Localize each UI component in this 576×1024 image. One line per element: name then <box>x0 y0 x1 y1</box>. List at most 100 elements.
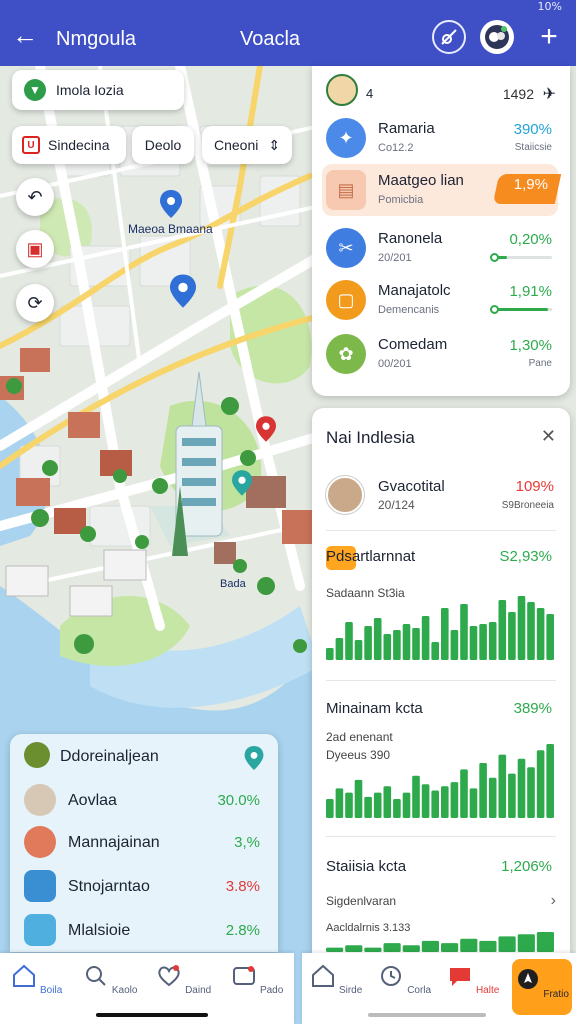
chart-bar <box>383 634 392 660</box>
stat-sub-right: Staiicsie <box>514 142 552 153</box>
legend-value: 3,% <box>234 834 260 851</box>
chart-bar <box>335 788 344 818</box>
stat-row[interactable]: ✦ Ramaria Co12.2 390% Staiicsie <box>322 112 558 164</box>
plus-icon[interactable]: + <box>532 20 566 54</box>
close-icon[interactable]: ✕ <box>541 426 556 447</box>
message-icon <box>233 966 256 985</box>
legend-name: Mlalsioie <box>68 922 131 939</box>
stat-row[interactable]: ▤ Maatgeo lian Pomicbia 1,9% <box>322 164 562 216</box>
building-icon: U <box>22 136 40 154</box>
stat-sub: 20/201 <box>378 252 412 264</box>
map-pin-red[interactable] <box>256 416 276 442</box>
search-icon <box>86 966 106 986</box>
locate-icon[interactable]: ⟳ <box>16 284 54 322</box>
chart-icon: ▢ <box>326 280 366 320</box>
satellite-icon[interactable] <box>432 20 466 54</box>
legend-value: 30.0% <box>217 792 260 809</box>
chevron-right-icon[interactable]: › <box>551 892 556 910</box>
nav-item-history[interactable]: Corla <box>375 963 435 996</box>
chart-bar <box>517 758 526 818</box>
document-icon: ▤ <box>326 170 366 210</box>
layers-icon[interactable]: ▣ <box>16 230 54 268</box>
stat-name: Maatgeo lian <box>378 172 464 189</box>
chart-bar <box>412 775 420 818</box>
chart-bar <box>383 786 392 818</box>
chart-bar <box>479 763 487 818</box>
chart-bar <box>527 767 535 818</box>
stat-value: 1,9% <box>513 176 548 193</box>
nav-item-home[interactable]: Sirde <box>306 963 366 996</box>
chart-bar <box>441 608 449 660</box>
legend-name: Stnojarntao <box>68 878 150 895</box>
section-title: Pdsartlarnnat <box>326 548 416 565</box>
filter-chip-3[interactable]: Cneoni ⇕ <box>202 126 292 164</box>
chart-bar <box>431 642 439 660</box>
stat-name: Ramaria <box>378 120 435 137</box>
document-icon <box>24 870 56 902</box>
section-title: Minainam kcta <box>326 700 423 717</box>
stat-sub: Pomicbia <box>378 194 424 206</box>
legend-name: Mannajainan <box>68 834 160 851</box>
center-title: Voacla <box>240 28 301 50</box>
walk-icon <box>24 914 56 946</box>
legend-row[interactable]: Aovlaa 30.0% <box>24 784 266 820</box>
nav-label: Halte <box>475 985 500 996</box>
chevron-down-icon: ▼ <box>24 79 46 101</box>
legend-title: Ddoreinaljean <box>60 748 159 765</box>
chart-bar <box>373 792 382 818</box>
chart-bar <box>517 934 535 952</box>
stat-row[interactable]: ✂ Ranonela 20/201 0,20% <box>322 222 558 274</box>
chart-bar <box>345 945 363 952</box>
legend-value: 3.8% <box>225 878 260 895</box>
stat-row[interactable]: ✿ Comedam 00/201 1,30% Pane <box>322 328 558 380</box>
map-pin-blue[interactable] <box>170 274 196 308</box>
home-indicator <box>96 1013 208 1017</box>
section-value: S2,93% <box>499 548 552 565</box>
avatar[interactable] <box>326 74 358 106</box>
stat-sub: Co12.2 <box>378 142 414 154</box>
nav-item-location[interactable]: Fratio <box>511 959 572 1015</box>
home-indicator <box>368 1013 486 1017</box>
chart-bar <box>460 604 468 660</box>
nav-item-favorites[interactable]: Daind <box>154 963 214 996</box>
nav-item-messages[interactable]: Pado <box>227 963 287 996</box>
legend-row[interactable]: Stnojarntao 3.8% <box>24 870 266 906</box>
legend-row[interactable]: Mlalsioie 2.8% <box>24 914 266 950</box>
route-icon[interactable]: ↶ <box>16 178 54 216</box>
stat-value: 390% <box>513 121 552 138</box>
person-row[interactable]: Gvacotital 20/124 109% S9Broneeia <box>326 474 558 524</box>
chart-bar <box>536 608 545 660</box>
plane-icon[interactable]: ✈ <box>543 84 556 104</box>
chart-bar <box>421 616 430 660</box>
nav-item-home[interactable]: Boila <box>7 963 67 996</box>
chart-bar <box>421 940 439 952</box>
nav-item-search[interactable]: Kaolo <box>80 963 140 996</box>
filter-chip-2[interactable]: Deolo <box>132 126 194 164</box>
chart-bar <box>488 777 497 818</box>
stat-sub: Demencanis <box>378 304 440 316</box>
wrench-icon: ✦ <box>326 118 366 158</box>
map-pin-teal[interactable] <box>232 470 252 496</box>
chart-bar <box>498 600 507 660</box>
avatar[interactable] <box>480 20 514 54</box>
stat-value: 0,20% <box>509 231 552 248</box>
chart-bar <box>536 750 545 818</box>
location-pin-icon[interactable] <box>244 746 264 770</box>
app-title: Nmgoula <box>56 28 137 50</box>
chart-bar <box>326 648 334 660</box>
chart-bar <box>412 628 420 660</box>
bar-chart <box>326 744 554 818</box>
nav-label: Daind <box>185 985 212 996</box>
legend-row[interactable]: Mannajainan 3,% <box>24 826 266 862</box>
stat-row[interactable]: ▢ Manajatolc Demencanis 1,91% <box>322 274 558 326</box>
chart-bar <box>498 754 507 818</box>
map-pin-blue-small[interactable] <box>160 190 182 218</box>
legend-value: 2.8% <box>225 922 260 939</box>
location-icon <box>517 969 538 989</box>
filter-chip-label: Sindecina <box>48 137 110 153</box>
filter-chip-1[interactable]: U Sindecina <box>12 126 126 164</box>
chart-bar <box>373 618 382 660</box>
map-search-chip[interactable]: ▼ Imola Iozia <box>12 70 184 110</box>
nav-item-chat[interactable]: Halte <box>443 963 503 996</box>
arrow-left-icon[interactable]: ← <box>12 22 38 48</box>
